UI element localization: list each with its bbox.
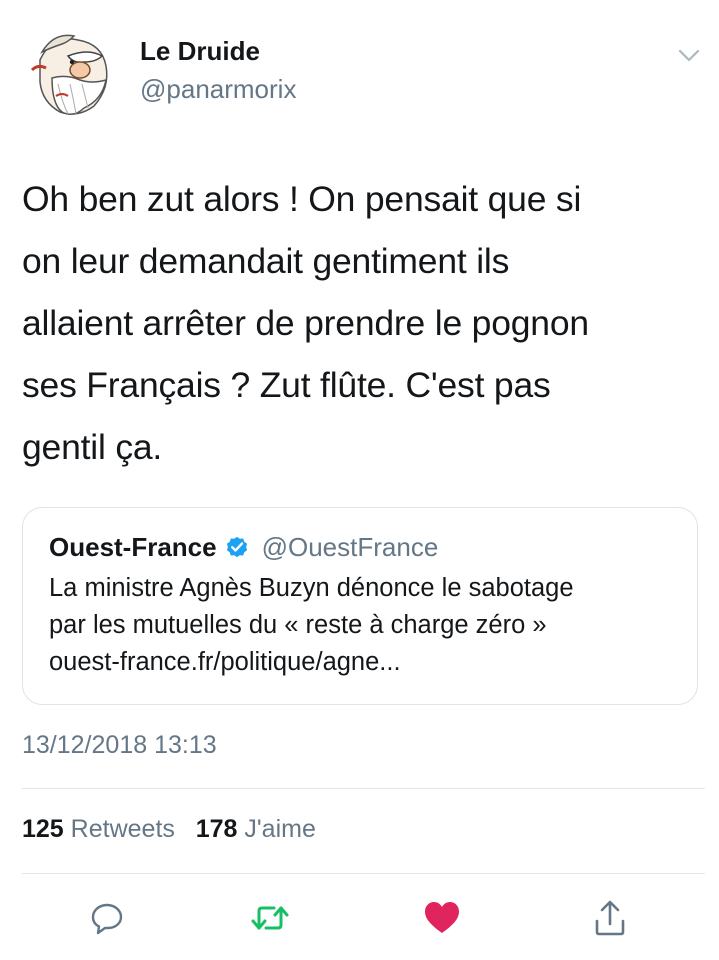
retweets-stat[interactable]: 125 Retweets bbox=[22, 815, 175, 843]
tweet-line: gentil ça. bbox=[22, 427, 163, 467]
divider bbox=[22, 788, 705, 789]
tweet-line: allaient arrêter de prendre le pognon bbox=[22, 303, 589, 343]
quoted-author-name: Ouest-France bbox=[49, 531, 217, 562]
author-handle[interactable]: @panarmorix bbox=[140, 74, 296, 105]
verified-badge-icon bbox=[226, 536, 247, 558]
quoted-tweet-text: La ministre Agnès Buzyn dénonce le sabot… bbox=[49, 570, 671, 681]
reply-icon bbox=[91, 903, 123, 935]
share-icon bbox=[595, 900, 625, 936]
quoted-line: par les mutuelles du « reste à charge zé… bbox=[49, 611, 547, 639]
quoted-tweet-card[interactable]: Ouest-France @OuestFrance La ministre Ag… bbox=[22, 507, 698, 705]
author-name[interactable]: Le Druide bbox=[140, 36, 260, 67]
tweet-stats: 125 Retweets 178 J'aime bbox=[22, 815, 316, 844]
retweet-button[interactable] bbox=[248, 896, 292, 940]
quoted-link[interactable]: ouest-france.fr/politique/agne... bbox=[49, 644, 671, 681]
retweets-count: 125 bbox=[22, 815, 64, 843]
share-button[interactable] bbox=[588, 896, 632, 940]
likes-label: J'aime bbox=[244, 815, 316, 843]
quoted-author-handle: @OuestFrance bbox=[261, 531, 439, 562]
druid-avatar-icon bbox=[22, 22, 122, 122]
retweet-icon bbox=[251, 906, 289, 930]
tweet-header: Le Druide @panarmorix bbox=[22, 22, 702, 122]
quoted-line: La ministre Agnès Buzyn dénonce le sabot… bbox=[49, 574, 574, 602]
reply-button[interactable] bbox=[85, 896, 129, 940]
retweets-label: Retweets bbox=[70, 815, 175, 843]
likes-stat[interactable]: 178 J'aime bbox=[196, 815, 316, 843]
like-button[interactable] bbox=[420, 896, 464, 940]
likes-count: 178 bbox=[195, 815, 238, 843]
chevron-down-icon[interactable] bbox=[674, 44, 704, 68]
avatar[interactable] bbox=[22, 22, 122, 122]
heart-icon bbox=[425, 902, 459, 933]
tweet-line: on leur demandait gentiment ils bbox=[22, 241, 510, 281]
tweet-line: Oh ben zut alors ! On pensait que si bbox=[22, 179, 582, 219]
tweet-text: Oh ben zut alors ! On pensait que si on … bbox=[22, 168, 698, 478]
divider bbox=[22, 873, 705, 874]
tweet-line: ses Français ? Zut flûte. C'est pas bbox=[22, 365, 551, 405]
action-bar bbox=[0, 896, 719, 944]
tweet-timestamp: 13/12/2018 13:13 bbox=[22, 731, 217, 759]
quoted-tweet-header: Ouest-France @OuestFrance bbox=[49, 530, 671, 564]
